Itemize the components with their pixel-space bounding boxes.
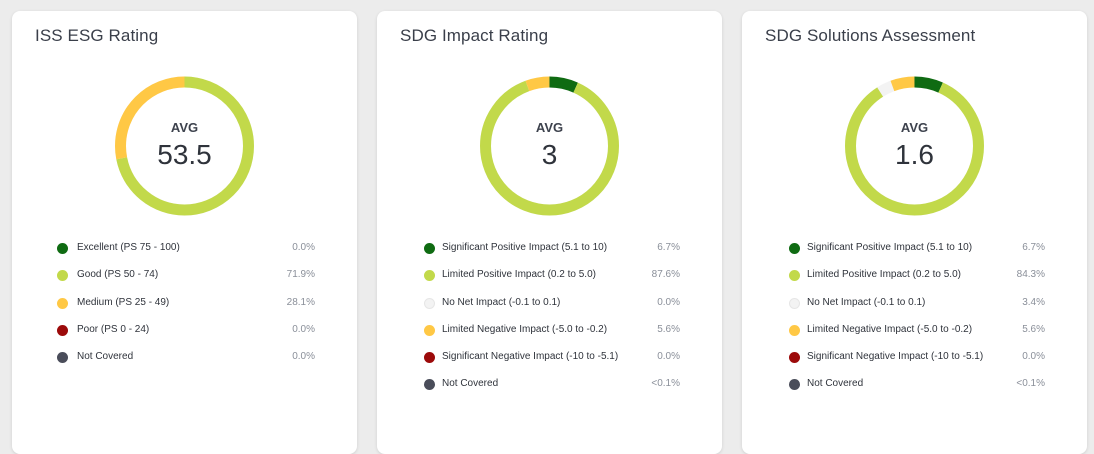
legend-percent: 6.7% bbox=[657, 242, 680, 253]
card-title: SDG Impact Rating bbox=[400, 26, 549, 45]
legend-dot-icon bbox=[424, 270, 435, 282]
avg-value: 1.6 bbox=[895, 139, 934, 170]
legend-label: Limited Negative Impact (-5.0 to -0.2) bbox=[807, 323, 973, 335]
legend-label: Not Covered bbox=[807, 378, 864, 390]
legend-item[interactable]: Medium (PS 25 - 49) 28.1% bbox=[12, 296, 357, 325]
legend-dot-icon bbox=[57, 243, 68, 254]
esg-rating-card: ISS ESG Rating AVG 53.5 Excellent (PS 75… bbox=[12, 11, 357, 454]
donut-chart: AVG 1.6 bbox=[742, 71, 1087, 221]
donut-chart: AVG 3 bbox=[377, 71, 722, 221]
legend-item[interactable]: Not Covered <0.1% bbox=[742, 378, 1087, 406]
chart-legend: Significant Positive Impact (5.1 to 10) … bbox=[377, 242, 722, 407]
legend-dot-icon bbox=[789, 324, 800, 336]
chart-legend: Excellent (PS 75 - 100) 0.0% Good (PS 50… bbox=[12, 242, 357, 379]
legend-percent: <0.1% bbox=[1016, 378, 1045, 390]
legend-item[interactable]: Limited Negative Impact (-5.0 to -0.2) 5… bbox=[377, 323, 722, 352]
legend-dot-icon bbox=[789, 297, 800, 309]
legend-item[interactable]: Good (PS 50 - 74) 71.9% bbox=[12, 269, 357, 297]
legend-dot-icon bbox=[57, 352, 68, 364]
sdg-solutions-assessment-card: SDG Solutions Assessment AVG 1.6 Signifi… bbox=[742, 11, 1087, 454]
legend-label: Significant Negative Impact (-10 to -5.1… bbox=[807, 351, 984, 363]
legend-percent: 5.6% bbox=[657, 323, 680, 335]
legend-label: Excellent (PS 75 - 100) bbox=[77, 242, 180, 253]
legend-item[interactable]: Limited Positive Impact (0.2 to 5.0) 87.… bbox=[377, 269, 722, 297]
legend-label: Poor (PS 0 - 24) bbox=[77, 323, 150, 335]
legend-dot-icon bbox=[789, 379, 800, 391]
legend-item[interactable]: Limited Negative Impact (-5.0 to -0.2) 5… bbox=[742, 323, 1087, 352]
legend-dot-icon bbox=[57, 270, 68, 282]
legend-dot-icon bbox=[424, 297, 435, 309]
legend-label: Limited Positive Impact (0.2 to 5.0) bbox=[807, 269, 961, 281]
legend-label: Limited Positive Impact (0.2 to 5.0) bbox=[442, 269, 596, 281]
legend-item[interactable]: Not Covered <0.1% bbox=[377, 378, 722, 406]
legend-item[interactable]: Excellent (PS 75 - 100) 0.0% bbox=[12, 242, 357, 270]
legend-label: No Net Impact (-0.1 to 0.1) bbox=[442, 296, 561, 308]
legend-item[interactable]: No Net Impact (-0.1 to 0.1) 0.0% bbox=[377, 296, 722, 325]
legend-item[interactable]: Limited Positive Impact (0.2 to 5.0) 84.… bbox=[742, 269, 1087, 297]
legend-item[interactable]: Significant Positive Impact (5.1 to 10) … bbox=[742, 242, 1087, 270]
legend-label: Not Covered bbox=[442, 378, 499, 390]
legend-dot-icon bbox=[57, 324, 68, 336]
legend-item[interactable]: Poor (PS 0 - 24) 0.0% bbox=[12, 323, 357, 352]
avg-value: 53.5 bbox=[157, 139, 212, 170]
legend-percent: 5.6% bbox=[1022, 323, 1045, 335]
legend-percent: 3.4% bbox=[1022, 296, 1045, 308]
legend-percent: 6.7% bbox=[1022, 242, 1045, 253]
card-title: SDG Solutions Assessment bbox=[765, 26, 976, 45]
legend-item[interactable]: Not Covered 0.0% bbox=[12, 351, 357, 379]
avg-label: AVG bbox=[535, 120, 564, 135]
legend-dot-icon bbox=[424, 352, 435, 364]
legend-dot-icon bbox=[424, 243, 435, 254]
legend-dot-icon bbox=[424, 379, 435, 391]
card-title: ISS ESG Rating bbox=[35, 26, 159, 45]
legend-item[interactable]: Significant Positive Impact (5.1 to 10) … bbox=[377, 242, 722, 270]
legend-label: Limited Negative Impact (-5.0 to -0.2) bbox=[442, 323, 608, 335]
avg-label: AVG bbox=[900, 120, 929, 135]
legend-item[interactable]: Significant Negative Impact (-10 to -5.1… bbox=[377, 351, 722, 379]
chart-legend: Significant Positive Impact (5.1 to 10) … bbox=[742, 242, 1087, 407]
legend-percent: 87.6% bbox=[651, 269, 680, 281]
legend-dot-icon bbox=[789, 270, 800, 282]
legend-item[interactable]: No Net Impact (-0.1 to 0.1) 3.4% bbox=[742, 296, 1087, 325]
legend-percent: 0.0% bbox=[657, 296, 680, 308]
legend-label: Significant Positive Impact (5.1 to 10) bbox=[442, 242, 608, 253]
legend-label: Medium (PS 25 - 49) bbox=[77, 296, 170, 308]
legend-percent: 28.1% bbox=[286, 296, 315, 308]
avg-value: 3 bbox=[541, 139, 558, 170]
legend-dot-icon bbox=[789, 243, 800, 254]
legend-dot-icon bbox=[424, 324, 435, 336]
legend-label: Significant Positive Impact (5.1 to 10) bbox=[807, 242, 973, 253]
avg-label: AVG bbox=[170, 120, 199, 135]
legend-dot-icon bbox=[789, 352, 800, 364]
legend-label: No Net Impact (-0.1 to 0.1) bbox=[807, 296, 926, 308]
legend-percent: 0.0% bbox=[292, 242, 315, 253]
legend-percent: 71.9% bbox=[286, 269, 315, 281]
legend-label: Not Covered bbox=[77, 351, 134, 363]
legend-label: Significant Negative Impact (-10 to -5.1… bbox=[442, 351, 619, 363]
sdg-impact-rating-card: SDG Impact Rating AVG 3 Significant Posi… bbox=[377, 11, 722, 454]
legend-label: Good (PS 50 - 74) bbox=[77, 269, 159, 281]
legend-item[interactable]: Significant Negative Impact (-10 to -5.1… bbox=[742, 351, 1087, 379]
legend-dot-icon bbox=[57, 297, 68, 309]
legend-percent: 84.3% bbox=[1016, 269, 1045, 281]
legend-percent: 0.0% bbox=[292, 323, 315, 335]
legend-percent: <0.1% bbox=[651, 378, 680, 390]
legend-percent: 0.0% bbox=[292, 351, 315, 363]
legend-percent: 0.0% bbox=[657, 351, 680, 363]
legend-percent: 0.0% bbox=[1022, 351, 1045, 363]
donut-chart: AVG 53.5 bbox=[12, 71, 357, 221]
